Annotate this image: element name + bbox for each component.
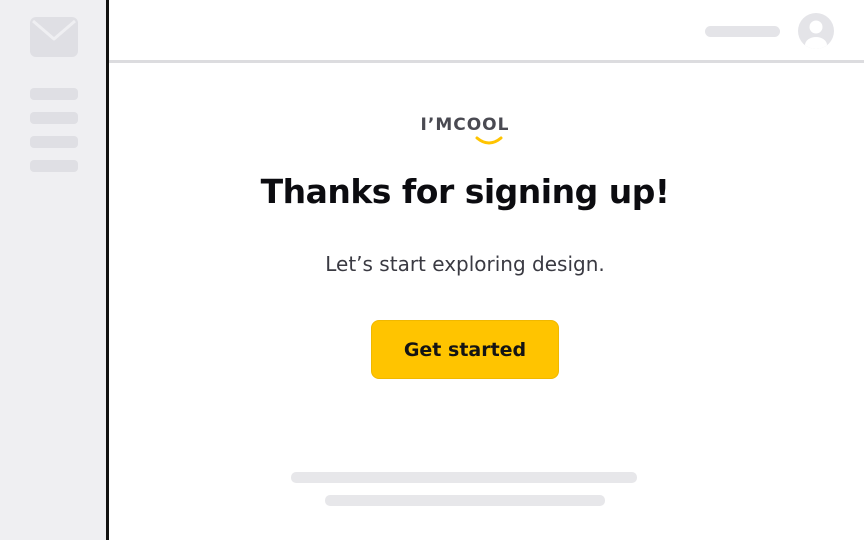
get-started-button[interactable]: Get started xyxy=(371,320,559,379)
sidebar-item-placeholder[interactable] xyxy=(30,88,78,100)
user-avatar-icon[interactable] xyxy=(798,13,834,49)
footer-text-placeholder xyxy=(291,472,637,483)
logo-smile-icon xyxy=(475,136,503,145)
sidebar xyxy=(0,0,106,540)
sidebar-divider xyxy=(106,0,109,540)
sidebar-item-placeholder[interactable] xyxy=(30,136,78,148)
email-subheadline: Let’s start exploring design. xyxy=(325,252,605,276)
sidebar-item-placeholder[interactable] xyxy=(30,112,78,124)
email-headline: Thanks for signing up! xyxy=(260,172,670,211)
mail-icon[interactable] xyxy=(30,17,78,57)
brand-logo: I’MCOOL xyxy=(420,115,510,135)
header-text-placeholder xyxy=(705,26,780,37)
email-client-window: I’MCOOL Thanks for signing up! Let’s sta… xyxy=(0,0,864,540)
header-divider xyxy=(109,60,864,63)
footer-text-placeholder xyxy=(325,495,605,506)
sidebar-item-placeholder[interactable] xyxy=(30,160,78,172)
